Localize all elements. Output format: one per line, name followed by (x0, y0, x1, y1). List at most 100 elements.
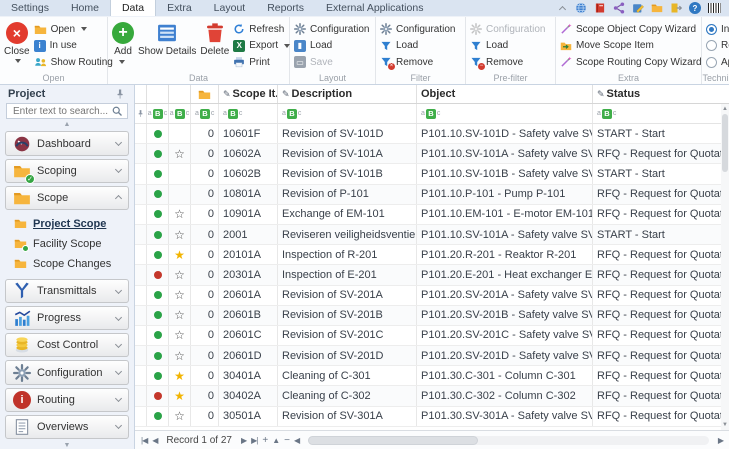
table-row[interactable]: 010801ARevision of P-101P101.10.P-101 - … (135, 185, 729, 205)
description-cell[interactable]: Revision of SV-201A (278, 286, 417, 305)
favorite-star-icon[interactable]: ☆ (174, 268, 185, 282)
filter-cell[interactable]: aBc (191, 104, 219, 123)
favorite-cell[interactable] (169, 185, 191, 204)
status-cell[interactable]: RFQ - Request for Quotation (593, 306, 729, 325)
description-cell[interactable]: Revision of P-101 (278, 185, 417, 204)
radio-approved[interactable]: Approved (706, 54, 729, 70)
sidebar-search[interactable] (6, 103, 128, 119)
object-cell[interactable]: P101.20.SV-201A - Safety valve SV-201A (417, 286, 593, 305)
favorite-cell[interactable]: ☆ (169, 407, 191, 426)
object-cell[interactable]: P101.10.P-101 - Pump P-101 (417, 185, 593, 204)
hscroll-right-arrow[interactable]: ▶ (718, 436, 723, 445)
scope-item-cell[interactable]: 20301A (219, 265, 278, 284)
table-row[interactable]: ☆020601CRevision of SV-201CP101.20.SV-20… (135, 326, 729, 346)
description-cell[interactable]: Revision of SV-101A (278, 144, 417, 163)
object-cell[interactable]: P101.30.SV-301A - Safety valve SV-301A (417, 407, 593, 426)
favorite-cell[interactable]: ☆ (169, 225, 191, 244)
description-cell[interactable]: Revision of SV-201D (278, 346, 417, 365)
status-cell[interactable]: RFQ - Request for Quotation (593, 407, 729, 426)
object-cell[interactable]: P101.10.EM-101 - E-motor EM-101 (417, 205, 593, 224)
status-cell[interactable]: RFQ - Request for Quotation (593, 346, 729, 365)
sidebar-item-facility-scope[interactable]: Facility Scope (0, 234, 134, 254)
scope-item-cell[interactable]: 20601C (219, 326, 278, 345)
tab-layout[interactable]: Layout (203, 0, 257, 16)
barcode-icon[interactable] (708, 3, 721, 13)
move-scope-item-button[interactable]: Move Scope Item (560, 38, 702, 54)
object-cell[interactable]: P101.20.R-201 - Reaktor R-201 (417, 245, 593, 264)
object-cell[interactable]: P101.20.E-201 - Heat exchanger E-201 (417, 265, 593, 284)
table-row[interactable]: ☆010602ARevision of SV-101AP101.10.SV-10… (135, 144, 729, 164)
delete-record-button[interactable]: − (284, 435, 289, 446)
description-cell[interactable]: Exchange of EM-101 (278, 205, 417, 224)
favorite-star-icon[interactable]: ☆ (174, 228, 185, 242)
favorite-cell[interactable] (169, 164, 191, 183)
append-record-button[interactable]: + (262, 435, 267, 446)
sidebar-item-overviews[interactable]: Overviews (5, 415, 129, 439)
exit-icon[interactable] (670, 2, 682, 14)
radio-ready[interactable]: Ready (706, 38, 729, 54)
search-input[interactable] (11, 105, 111, 118)
filter-cell[interactable]: aBc (417, 104, 593, 123)
favorite-cell[interactable]: ☆ (169, 306, 191, 325)
favorite-star-icon[interactable]: ★ (174, 389, 185, 403)
table-row[interactable]: ☆020601ARevision of SV-201AP101.20.SV-20… (135, 286, 729, 306)
layout-save-button[interactable]: ▭Save (294, 54, 369, 70)
prefilter-configuration-button[interactable]: Configuration (470, 21, 545, 37)
description-cell[interactable]: Inspection of R-201 (278, 245, 417, 264)
favorite-cell[interactable]: ★ (169, 366, 191, 385)
status-cell[interactable]: RFQ - Request for Quotation (593, 326, 729, 345)
globe-icon[interactable] (575, 2, 587, 14)
table-row[interactable]: ☆010901AExchange of EM-101P101.10.EM-101… (135, 205, 729, 225)
table-row[interactable]: ☆020301AInspection of E-201P101.20.E-201… (135, 265, 729, 285)
scope-item-cell[interactable]: 2001 (219, 225, 278, 244)
tab-reports[interactable]: Reports (256, 0, 315, 16)
prefilter-remove-button[interactable]: −Remove (470, 54, 545, 70)
sidebar-item-scoping[interactable]: ✓ Scoping (5, 159, 129, 183)
collapse-ribbon-icon[interactable] (556, 2, 568, 14)
scope-item-cell[interactable]: 10602A (219, 144, 278, 163)
tab-home[interactable]: Home (60, 0, 110, 16)
scope-item-cell[interactable]: 30402A (219, 386, 278, 405)
object-cell[interactable]: P101.10.SV-101B - Safety valve SV-101B (417, 164, 593, 183)
scope-item-cell[interactable]: 20101A (219, 245, 278, 264)
description-cell[interactable]: Reviseren veiligheidsventiel... (278, 225, 417, 244)
object-cell[interactable]: P101.20.SV-201B - Safety valve SV-201B (417, 306, 593, 325)
hscroll-left-arrow[interactable]: ◀ (294, 436, 299, 445)
favorite-star-icon[interactable]: ☆ (174, 207, 185, 221)
layout-load-button[interactable]: ▮Load (294, 38, 369, 54)
scope-item-cell[interactable]: 10901A (219, 205, 278, 224)
sidebar-item-progress[interactable]: Progress (5, 306, 129, 330)
status-cell[interactable]: RFQ - Request for Quotation (593, 386, 729, 405)
favorite-star-icon[interactable]: ☆ (174, 147, 185, 161)
scope-object-copy-wizard-button[interactable]: Scope Object Copy Wizard (560, 21, 702, 37)
favorite-cell[interactable]: ☆ (169, 265, 191, 284)
add-button[interactable]: + Add (112, 20, 134, 71)
hscrollbar-thumb[interactable] (308, 436, 478, 445)
object-cell[interactable]: P101.20.SV-201C - Safety valve SV-201C (417, 326, 593, 345)
object-cell[interactable]: P101.30.C-301 - Column C-301 (417, 366, 593, 385)
scope-item-cell[interactable]: 10801A (219, 185, 278, 204)
description-cell[interactable]: Cleaning of C-302 (278, 386, 417, 405)
header-object[interactable]: Object (417, 85, 593, 103)
horizontal-scrollbar[interactable] (308, 436, 709, 445)
scope-routing-copy-wizard-button[interactable]: Scope Routing Copy Wizard (560, 54, 702, 70)
description-cell[interactable]: Revision of SV-301A (278, 407, 417, 426)
org-chart-icon[interactable] (613, 2, 625, 14)
table-row[interactable]: ★030401ACleaning of C-301P101.30.C-301 -… (135, 366, 729, 386)
favorite-cell[interactable]: ☆ (169, 346, 191, 365)
sidebar-item-cost-control[interactable]: Cost Control (5, 333, 129, 357)
filter-pin-icon[interactable] (135, 104, 147, 123)
radio-in-progress[interactable]: In Progress (706, 21, 729, 37)
refresh-button[interactable]: Refresh (233, 21, 290, 37)
filter-configuration-button[interactable]: Configuration (380, 21, 455, 37)
scroll-down-hint[interactable]: ▼ (0, 443, 134, 449)
favorite-cell[interactable]: ★ (169, 386, 191, 405)
show-details-button[interactable]: Show Details (138, 20, 196, 71)
table-row[interactable]: ☆030501ARevision of SV-301AP101.30.SV-30… (135, 407, 729, 427)
status-cell[interactable]: START - Start (593, 164, 729, 183)
favorite-star-icon[interactable]: ☆ (174, 288, 185, 302)
status-cell[interactable]: RFQ - Request for Quotation (593, 286, 729, 305)
filter-cell[interactable]: aBc (278, 104, 417, 123)
description-cell[interactable]: Revision of SV-201B (278, 306, 417, 325)
sidebar-item-scope[interactable]: Scope (5, 186, 129, 210)
